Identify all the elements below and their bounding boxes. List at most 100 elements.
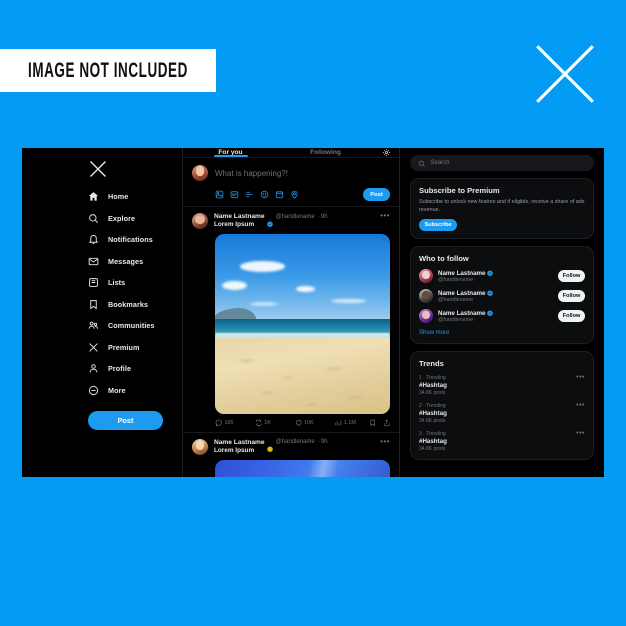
- show-more-link[interactable]: Show more: [419, 330, 585, 336]
- avatar[interactable]: [192, 438, 208, 455]
- list-item[interactable]: 2 · Trending #Hashtag 34.8K posts •••: [419, 402, 585, 424]
- more-horizontal-icon[interactable]: •••: [576, 374, 585, 381]
- composer-post-button[interactable]: Post: [363, 188, 390, 201]
- post-actions: 185 1K 10K 1.1M: [215, 419, 390, 427]
- bookmark-icon[interactable]: [369, 419, 377, 427]
- sidebar-item-label: Profile: [108, 364, 132, 374]
- sidebar-item-profile[interactable]: Profile: [88, 358, 182, 380]
- post-image-beach-photo[interactable]: [215, 234, 390, 414]
- post-header-text: Name Lastname @handlename · 9h Lorem Ips…: [214, 439, 374, 454]
- repost-count: 1K: [264, 419, 271, 426]
- bookmark-icon: [88, 299, 99, 310]
- post-header-text: Name Lastname @handlename · 9h Lorem Ips…: [214, 213, 374, 228]
- verified-badge-gold-icon: [267, 439, 274, 453]
- post-body: Lorem Ipsum: [214, 446, 255, 454]
- list-item[interactable]: 1 · Trending #Hashtag 34.8K posts •••: [419, 374, 585, 397]
- envelope-icon: [88, 256, 99, 267]
- post-timestamp: · 9h: [317, 213, 328, 220]
- share-icon[interactable]: [383, 419, 391, 427]
- verified-badge-icon: [267, 214, 274, 227]
- sidebar-item-home[interactable]: Home: [88, 186, 182, 208]
- post-author-name[interactable]: Name Lastname: [214, 213, 265, 220]
- post-header: Name Lastname @handlename · 9h Lorem Ips…: [192, 437, 390, 455]
- avatar[interactable]: [419, 269, 433, 284]
- follow-name-line: Name Lastname: [438, 290, 553, 297]
- sidebar-item-communities[interactable]: Communities: [88, 315, 182, 337]
- follow-button[interactable]: Follow: [558, 270, 585, 283]
- follow-user-meta: Name Lastname @handlename: [438, 290, 553, 303]
- search-input[interactable]: Search: [410, 155, 594, 171]
- avatar[interactable]: [419, 309, 433, 324]
- trend-hashtag[interactable]: #Hashtag: [419, 410, 573, 417]
- views-action[interactable]: 1.1M: [334, 419, 369, 427]
- subscribe-button[interactable]: Subscribe: [419, 219, 457, 232]
- sidebar-item-more[interactable]: More: [88, 380, 182, 402]
- trend-rank: 2 · Trending: [419, 403, 446, 410]
- like-icon: [295, 419, 303, 427]
- post-body: Lorem Ipsum: [214, 221, 255, 228]
- repost-action[interactable]: 1K: [255, 419, 295, 427]
- cloud: [222, 280, 247, 290]
- sidebar-item-lists[interactable]: Lists: [88, 272, 182, 294]
- location-icon[interactable]: [290, 190, 299, 199]
- avatar[interactable]: [419, 289, 433, 304]
- follow-button[interactable]: Follow: [558, 290, 585, 303]
- sidebar-item-label: Communities: [108, 321, 155, 331]
- sidebar-item-bookmarks[interactable]: Bookmarks: [88, 294, 182, 316]
- trend-post-count: 34.8K posts: [419, 390, 446, 397]
- verified-badge-icon: [487, 310, 494, 317]
- composer-row: What is happening?!: [192, 165, 390, 181]
- trends-card: Trends 1 · Trending #Hashtag 34.8K posts…: [410, 351, 594, 461]
- emoji-icon[interactable]: [260, 190, 269, 199]
- search-icon: [88, 213, 99, 224]
- sidebar-x-logo-icon[interactable]: [88, 159, 108, 179]
- follow-user-meta: Name Lastname @handlename: [438, 270, 553, 283]
- trend-hashtag[interactable]: #Hashtag: [419, 382, 573, 389]
- sidebar-item-explore[interactable]: Explore: [88, 208, 182, 230]
- bell-icon: [88, 234, 99, 245]
- reply-action[interactable]: 185: [215, 419, 255, 427]
- more-horizontal-icon[interactable]: •••: [576, 402, 585, 409]
- schedule-icon[interactable]: [275, 190, 284, 199]
- gif-icon[interactable]: [230, 190, 239, 199]
- more-horizontal-icon[interactable]: •••: [576, 430, 585, 437]
- left-sidebar: Home Explore Notifications Messages List…: [22, 148, 182, 477]
- like-action[interactable]: 10K: [295, 419, 335, 427]
- trend-rank: 1 · Trending: [419, 375, 446, 382]
- sidebar-item-premium[interactable]: Premium: [88, 337, 182, 359]
- verified-badge-icon: [487, 290, 494, 297]
- more-horizontal-icon[interactable]: •••: [380, 437, 390, 445]
- image-not-included-banner: IMAGE NOT INCLUDED: [0, 49, 216, 92]
- post-author-name[interactable]: Name Lastname: [214, 439, 265, 446]
- x-logo-icon: [531, 40, 599, 108]
- avatar[interactable]: [192, 213, 208, 229]
- follow-button[interactable]: Follow: [558, 310, 585, 323]
- poll-icon[interactable]: [245, 190, 254, 199]
- list-item[interactable]: 3 · Trending #Hashtag 34.8K posts •••: [419, 430, 585, 452]
- trend-hashtag[interactable]: #Hashtag: [419, 438, 573, 445]
- follow-user-meta: Name Lastname @handlename: [438, 310, 553, 323]
- composer-input[interactable]: What is happening?!: [215, 169, 288, 178]
- tab-for-you[interactable]: For you: [183, 148, 278, 157]
- who-to-follow-card: Who to follow Name Lastname @handlename …: [410, 246, 594, 345]
- composer-icon-row: [215, 190, 299, 199]
- gear-icon[interactable]: [373, 148, 399, 157]
- x-app-window: Home Explore Notifications Messages List…: [22, 148, 604, 477]
- follow-user-name: Name Lastname: [438, 309, 486, 317]
- more-horizontal-icon[interactable]: •••: [380, 212, 390, 220]
- sidebar-item-label: Messages: [108, 256, 144, 266]
- post-image-blue-photo[interactable]: [215, 459, 390, 477]
- media-icon[interactable]: [215, 190, 224, 199]
- list-item[interactable]: Name Lastname @handlename Follow: [419, 289, 585, 304]
- sidebar-post-button[interactable]: Post: [88, 411, 163, 430]
- sidebar-item-messages[interactable]: Messages: [88, 251, 182, 273]
- follow-user-name: Name Lastname: [438, 269, 486, 277]
- tab-following[interactable]: Following: [278, 148, 373, 157]
- avatar[interactable]: [192, 165, 208, 181]
- reply-count: 185: [224, 419, 234, 426]
- list-item[interactable]: Name Lastname @handlename Follow: [419, 309, 585, 324]
- sidebar-item-notifications[interactable]: Notifications: [88, 229, 182, 251]
- list-item[interactable]: Name Lastname @handlename Follow: [419, 269, 585, 284]
- search-icon: [418, 154, 426, 172]
- post-item: Name Lastname @handlename · 9h Lorem Ips…: [183, 433, 399, 477]
